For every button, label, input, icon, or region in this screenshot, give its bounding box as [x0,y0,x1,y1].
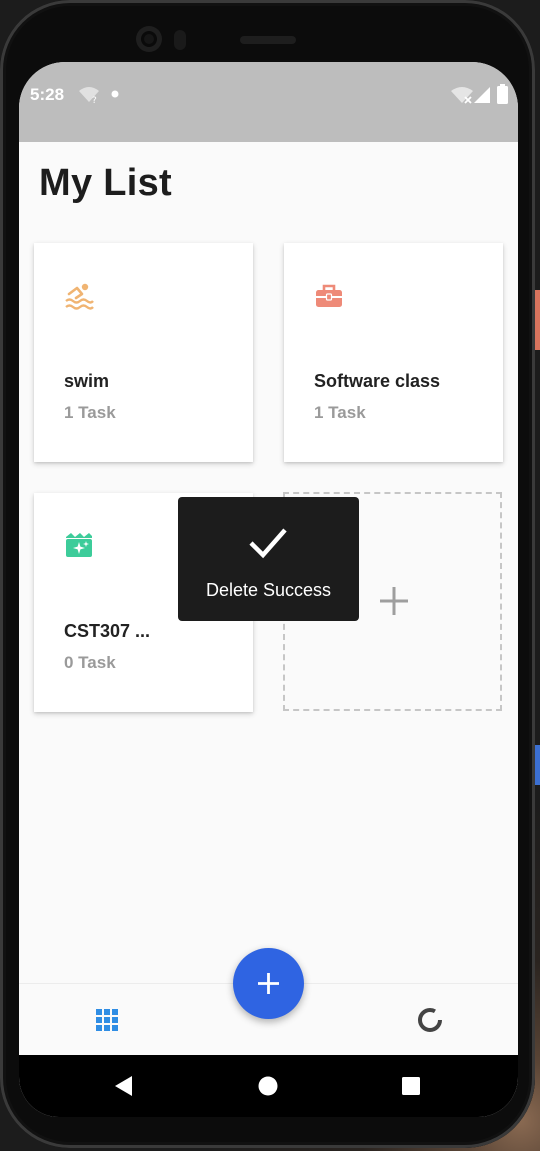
delete-success-toast: Delete Success [178,497,359,621]
donut-chart-icon[interactable] [414,1004,446,1036]
movie-clapper-icon [66,533,92,557]
grid-icon[interactable] [91,1004,123,1036]
status-time: 5:28 [30,85,65,104]
page-title: My List [39,162,173,204]
wifi-off-icon [451,87,473,104]
add-task-fab[interactable] [233,948,304,1019]
front-camera [136,26,162,52]
sensor [174,30,186,50]
plus-icon [380,587,408,615]
wifi-unknown-icon: ? [79,87,99,104]
back-icon[interactable] [107,1069,141,1103]
system-navigation-bar [19,1055,518,1117]
app-screen: 5:28 ? My List swim 1 Task Software clas… [19,62,518,1117]
list-name: Software class [314,371,441,391]
list-name: swim [64,371,110,391]
phone-frame: 5:28 ? My List swim 1 Task Software clas… [0,0,535,1148]
battery-icon [497,84,508,104]
check-icon [249,528,287,559]
status-bar: 5:28 ? [19,62,518,142]
swimming-icon [65,283,94,310]
svg-text:?: ? [92,96,97,104]
earpiece-speaker [240,36,296,44]
list-name: CST307 ... [64,621,151,641]
task-count: 0 Task [64,653,116,672]
list-card-swim[interactable]: swim 1 Task [34,243,253,462]
task-count: 1 Task [314,403,366,422]
recents-icon[interactable] [394,1069,428,1103]
notification-dot-icon [111,90,119,98]
cell-signal-icon [474,87,490,103]
home-icon[interactable] [251,1069,285,1103]
plus-icon [258,973,279,994]
list-card-software-class[interactable]: Software class 1 Task [284,243,503,462]
briefcase-icon [316,284,342,307]
task-count: 1 Task [64,403,116,422]
toast-message: Delete Success [205,580,332,600]
